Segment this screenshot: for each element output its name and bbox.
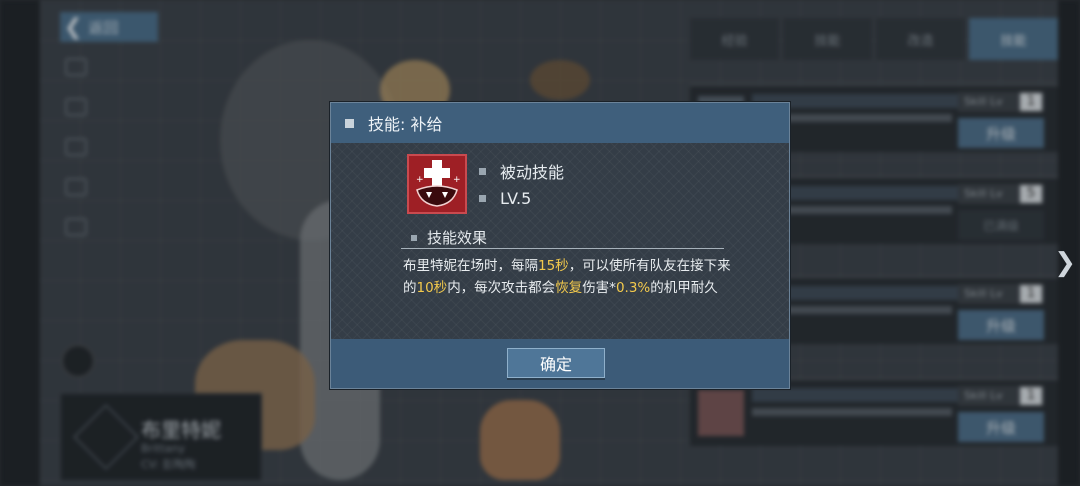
confirm-button[interactable]: 确定 xyxy=(507,348,605,378)
dialog-header: 技能: 补给 xyxy=(331,103,789,143)
medic-skill-icon: + + xyxy=(407,154,467,214)
skill-level-line: LV.5 xyxy=(479,189,531,208)
chevron-right-icon[interactable]: ❯ xyxy=(1054,248,1076,278)
bullet-icon xyxy=(479,167,486,175)
dialog-footer: 确定 xyxy=(331,339,789,388)
skill-level: LV.5 xyxy=(500,189,532,208)
dialog-title: 技能: 补给 xyxy=(368,115,443,134)
dialog-body: + + 被动技能 LV.5 技能效果 布里特妮在场时，每隔15秒，可以使所有队友… xyxy=(331,143,789,339)
bullet-icon xyxy=(479,195,486,202)
effect-heading: 技能效果 xyxy=(411,227,487,248)
divider xyxy=(401,248,724,249)
skill-type: 被动技能 xyxy=(500,163,565,182)
header-square-icon xyxy=(345,118,354,128)
effect-heading-label: 技能效果 xyxy=(427,229,488,247)
svg-text:+: + xyxy=(416,175,424,185)
svg-text:+: + xyxy=(453,175,461,185)
skill-type-line: 被动技能 xyxy=(479,159,564,183)
skill-dialog: 技能: 补给 + + 被动技能 LV.5 技能效果 布里特妮在场时，每隔15秒，… xyxy=(330,102,790,389)
bullet-icon xyxy=(411,234,417,241)
effect-description: 布里特妮在场时，每隔15秒，可以使所有队友在接下来的10秒内，每次攻击都会恢复伤… xyxy=(403,258,731,296)
